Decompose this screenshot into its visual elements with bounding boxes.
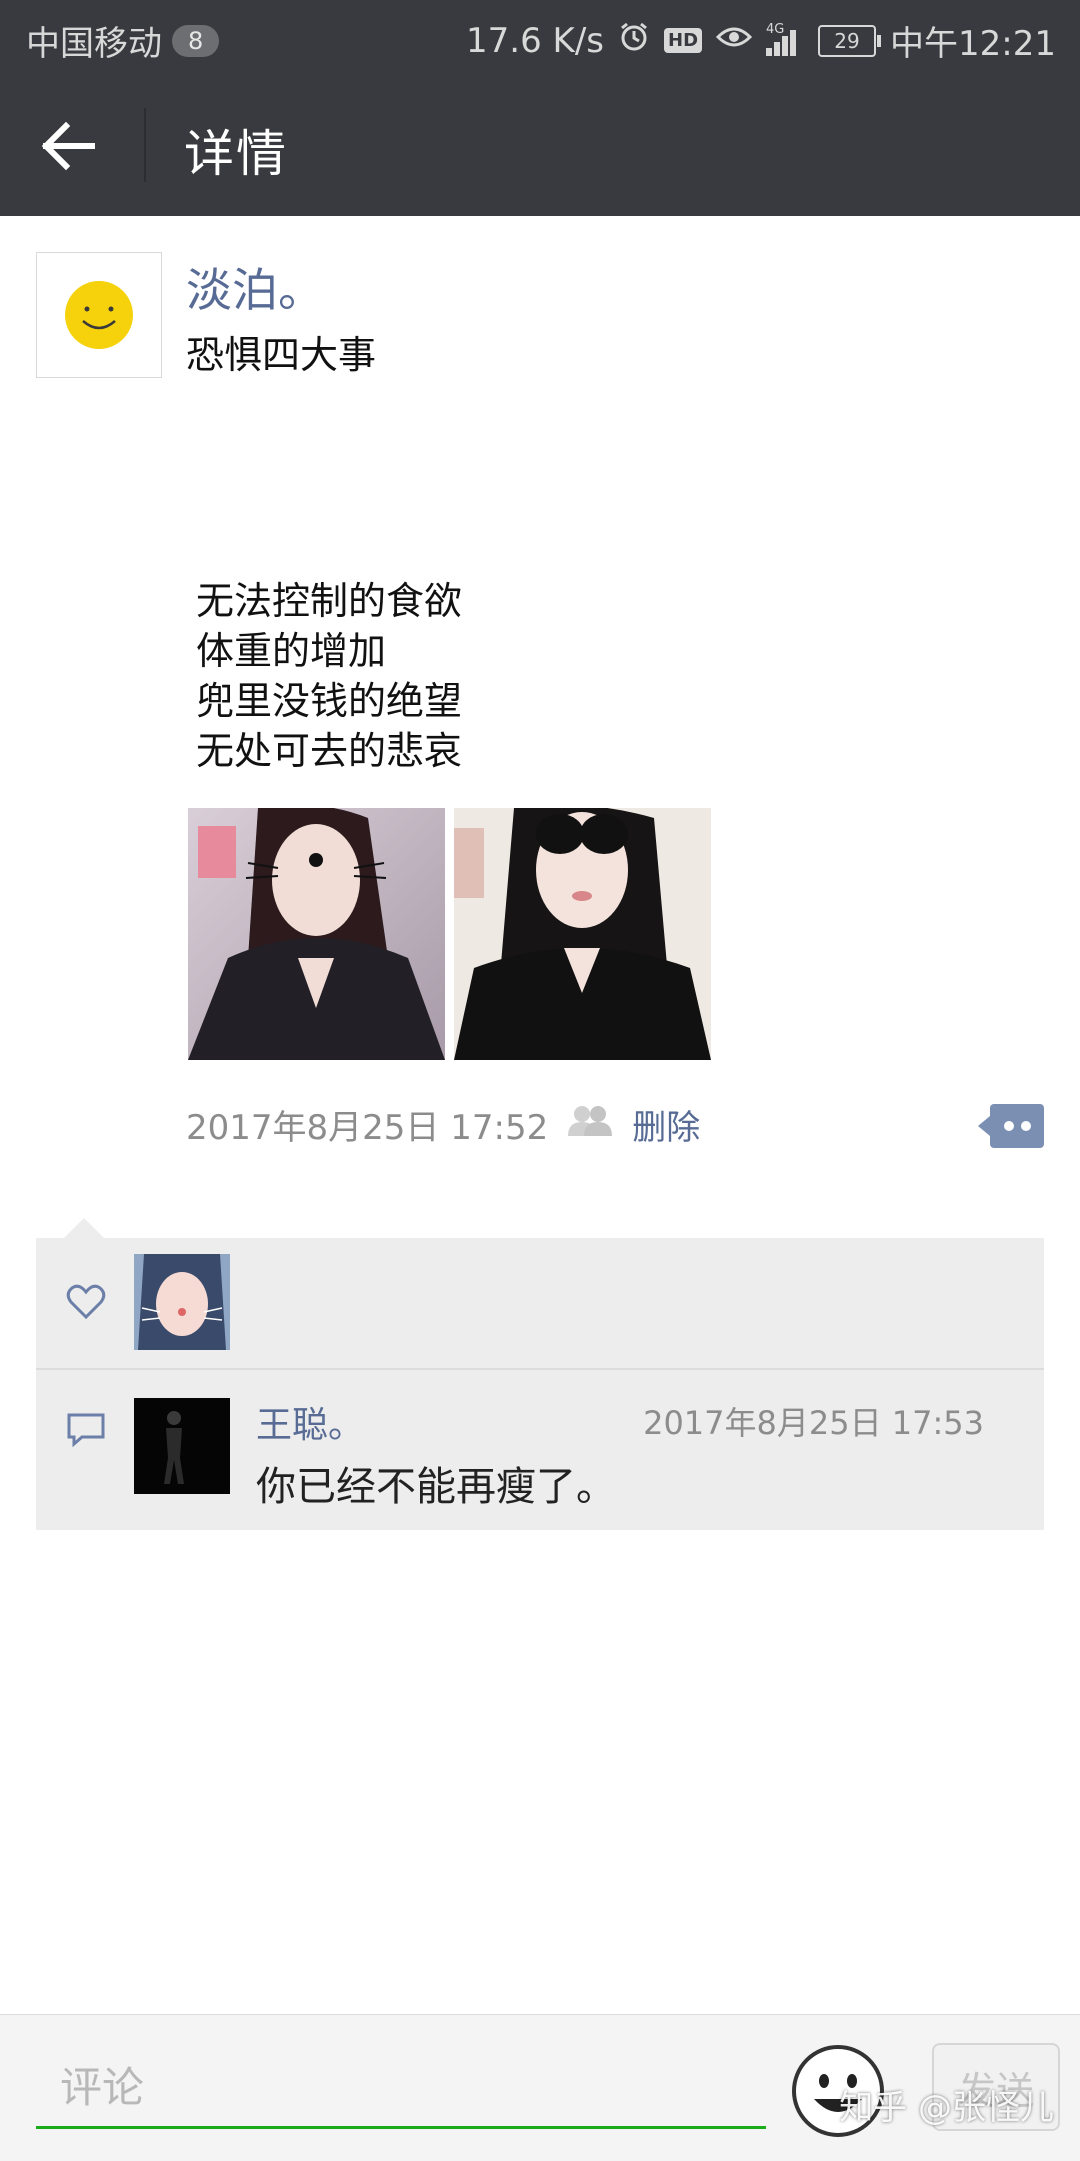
page-title: 详情 [184, 125, 288, 183]
clock: 中午12:21 [890, 24, 1056, 64]
eye-comfort-icon [715, 23, 753, 59]
back-button[interactable] [30, 106, 114, 186]
post-line: 兜里没钱的绝望 [196, 679, 463, 723]
title-divider [144, 108, 146, 182]
network-speed: 17.6 K/s [466, 20, 604, 61]
status-bar: 中国移动 8 17.6 K/s HD 4G 29 中午12:21 [0, 0, 1080, 74]
smiley-avatar-icon [65, 281, 133, 349]
hd-icon: HD [664, 28, 703, 53]
post-line: 无法控制的食欲 [196, 579, 463, 623]
delete-button[interactable]: 删除 [632, 1100, 700, 1149]
liker-avatar[interactable] [134, 1254, 230, 1350]
post-photo-1[interactable] [188, 808, 445, 1060]
back-arrow-icon [41, 121, 95, 171]
comment-text: 你已经不能再瘦了。 [256, 1464, 616, 1510]
signal-icon: 4G [766, 22, 804, 56]
interaction-panel: 王聪。 2017年8月25日 17:53 你已经不能再瘦了。 [36, 1238, 1044, 1530]
visibility-friends-icon [566, 1104, 614, 1145]
watermark: 知乎 @张怪儿 [839, 2088, 1054, 2128]
post-author-name[interactable]: 淡泊。 [186, 254, 324, 320]
battery-icon: 29 [818, 24, 882, 57]
alarm-icon [618, 21, 650, 61]
carrier-label: 中国移动 [26, 24, 162, 64]
post-line: 无处可去的悲哀 [196, 729, 463, 773]
post-title-text: 恐惧四大事 [186, 333, 377, 377]
title-bar: 详情 [0, 74, 1080, 216]
post-photo-2[interactable] [454, 808, 711, 1060]
post-author-avatar[interactable] [36, 252, 162, 378]
post-line: 体重的增加 [196, 629, 387, 673]
more-options-button[interactable] [978, 1104, 1044, 1148]
commenter-avatar[interactable] [134, 1398, 230, 1494]
comment-input[interactable] [36, 2049, 766, 2129]
notification-count-badge: 8 [172, 24, 220, 57]
panel-arrow [62, 1218, 106, 1240]
post-timestamp: 2017年8月25日 17:52 [186, 1108, 549, 1148]
comment-author[interactable]: 王聪。 [256, 1396, 364, 1448]
post-body: 无法控制的食欲 体重的增加 兜里没钱的绝望 无处可去的悲哀 [196, 576, 462, 776]
comment-row[interactable]: 王聪。 2017年8月25日 17:53 你已经不能再瘦了。 [36, 1370, 1044, 1530]
heart-icon [66, 1284, 106, 1320]
comment-bubble-icon [67, 1413, 105, 1448]
more-dots-icon [978, 1104, 1044, 1148]
network-type-label: 4G [766, 21, 785, 37]
comment-time: 2017年8月25日 17:53 [643, 1404, 984, 1442]
post-meta: 2017年8月25日 17:52 删除 [186, 1100, 700, 1149]
likes-row [36, 1238, 1044, 1370]
